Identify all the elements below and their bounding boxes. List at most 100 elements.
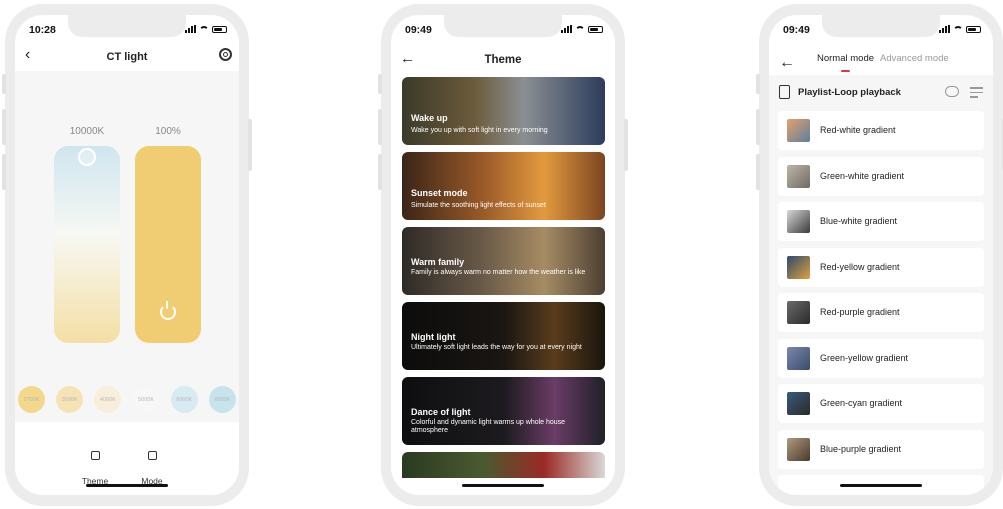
active-tab-indicator — [841, 70, 850, 72]
screen: 10:28 ‹ CT light 10000K 100% 2700K 3500K… — [15, 15, 239, 495]
control-panel: 10000K 100% 2700K 3500K 4000K 5000K 6000… — [15, 71, 239, 422]
status-time: 10:28 — [29, 24, 56, 36]
playlist-header: Playlist-Loop playback — [769, 79, 993, 105]
power-button — [248, 119, 252, 171]
theme-card-sunset-mode[interactable]: Sunset mode Simulate the soothing light … — [402, 152, 605, 220]
ct-slider-thumb[interactable] — [78, 148, 96, 166]
status-bar: 09:49 — [391, 15, 615, 41]
status-bar: 10:28 — [15, 15, 239, 41]
list-item[interactable]: Red-yellow gradient — [778, 247, 984, 287]
item-name: Blue-white gradient — [820, 216, 898, 226]
status-time: 09:49 — [783, 24, 810, 36]
item-name: Green-white gradient — [820, 170, 905, 181]
theme-card-night-light[interactable]: Night light Ultimately soft light leads … — [402, 302, 605, 370]
list-item[interactable]: Red-purple gradient — [778, 293, 984, 332]
page-title: Theme — [484, 54, 522, 66]
thumbnail — [787, 255, 810, 279]
signal-icon — [561, 25, 572, 33]
back-arrow-icon[interactable]: ← — [779, 55, 795, 71]
mute-switch — [2, 74, 6, 94]
mode-tabs: Normal mode Advanced mode — [817, 53, 949, 64]
list-item[interactable]: Green-yellow gradient — [778, 338, 984, 378]
color-temperature-slider[interactable] — [54, 146, 120, 343]
power-icon[interactable] — [160, 301, 176, 320]
phone-mode: 09:49 ← Normal mode Advanced mode Playli… — [756, 4, 1003, 506]
list-item[interactable]: Green-cyan gradient — [778, 384, 984, 423]
theme-card-partial[interactable] — [402, 452, 605, 478]
home-indicator — [86, 484, 168, 487]
wifi-icon — [575, 25, 585, 33]
preset-6500k[interactable]: 6500K — [208, 386, 236, 413]
preset-6000k[interactable]: 6000K — [170, 386, 198, 413]
theme-list: Wake up Wake you up with soft light in e… — [402, 77, 605, 478]
tab-advanced-mode[interactable]: Advanced mode — [880, 53, 949, 64]
item-name: Green-yellow gradient — [820, 352, 909, 363]
status-icons — [939, 25, 981, 33]
mute-switch — [378, 74, 382, 94]
nav-theme[interactable]: Theme — [75, 442, 115, 486]
power-button — [624, 119, 628, 171]
item-name: Blue-purple gradient — [820, 443, 902, 454]
list-item[interactable]: Blue-purple gradient — [778, 429, 984, 469]
status-icons — [561, 25, 603, 33]
wifi-icon — [199, 25, 209, 33]
playlist-title: Playlist-Loop playback — [798, 87, 901, 98]
list-item[interactable]: Green-white gradient — [778, 156, 984, 196]
theme-description: Wake you up with soft light in every mor… — [411, 127, 548, 134]
thumbnail — [787, 346, 810, 370]
thumbnail — [787, 164, 810, 188]
battery-icon — [588, 25, 603, 33]
volume-up-button — [378, 109, 382, 145]
signal-icon — [939, 25, 950, 33]
sort-icon[interactable] — [970, 87, 983, 101]
list-item[interactable]: Red-white gradient — [778, 111, 984, 150]
item-name: Red-purple gradient — [820, 307, 900, 317]
theme-description: Simulate the soothing light effects of s… — [411, 202, 546, 209]
brightness-value-label: 100% — [155, 126, 181, 137]
item-name: Red-white gradient — [820, 125, 896, 135]
preset-2700k[interactable]: 2700K — [18, 386, 45, 413]
signal-icon — [185, 25, 196, 33]
home-indicator — [462, 484, 544, 487]
theme-card-dance-of-light[interactable]: Dance of light Colorful and dynamic ligh… — [402, 377, 605, 445]
preset-3500k[interactable]: 3500K — [56, 386, 84, 413]
theme-description: Ultimately soft light leads the way for … — [411, 344, 582, 351]
page-title: CT light — [106, 51, 148, 63]
playlist-icon — [779, 85, 790, 99]
volume-down-button — [756, 154, 760, 190]
mode-icon — [139, 442, 165, 468]
gear-icon[interactable] — [219, 48, 232, 61]
theme-icon — [82, 442, 108, 468]
battery-icon — [212, 25, 227, 33]
thumbnail — [787, 301, 810, 324]
loop-icon[interactable] — [945, 86, 959, 97]
mute-switch — [756, 74, 760, 94]
preset-5000k[interactable]: 5000K — [132, 386, 160, 413]
volume-up-button — [2, 109, 6, 145]
theme-card-wake-up[interactable]: Wake up Wake you up with soft light in e… — [402, 77, 605, 145]
thumbnail — [787, 210, 810, 233]
volume-down-button — [2, 154, 6, 190]
screen: 09:49 ← Normal mode Advanced mode Playli… — [769, 15, 993, 495]
status-icons — [185, 25, 227, 33]
thumbnail — [787, 392, 810, 415]
phone-ct-light: 10:28 ‹ CT light 10000K 100% 2700K 3500K… — [2, 4, 252, 506]
thumbnail — [787, 119, 810, 142]
theme-name: Sunset mode — [411, 188, 468, 198]
theme-description: Family is always warm no matter how the … — [411, 269, 586, 276]
playlist: Red-white gradient Green-white gradient … — [778, 111, 984, 495]
tab-normal-mode[interactable]: Normal mode — [817, 53, 874, 64]
status-time: 09:49 — [405, 24, 432, 36]
theme-card-warm-family[interactable]: Warm family Family is always warm no mat… — [402, 227, 605, 295]
preset-4000k[interactable]: 4000K — [94, 386, 122, 413]
header: ‹ CT light — [15, 41, 239, 71]
screen: 09:49 ← Theme Wake up Wake you up with s… — [391, 15, 615, 495]
theme-name: Dance of light — [411, 407, 471, 417]
ct-value-label: 10000K — [69, 126, 105, 137]
brightness-slider[interactable] — [135, 146, 201, 343]
home-indicator — [840, 484, 922, 487]
playlist-panel: Playlist-Loop playback Red-white gradien… — [769, 75, 993, 495]
nav-mode[interactable]: Mode — [132, 442, 172, 486]
theme-name: Night light — [411, 332, 456, 342]
list-item[interactable]: Blue-white gradient — [778, 202, 984, 241]
